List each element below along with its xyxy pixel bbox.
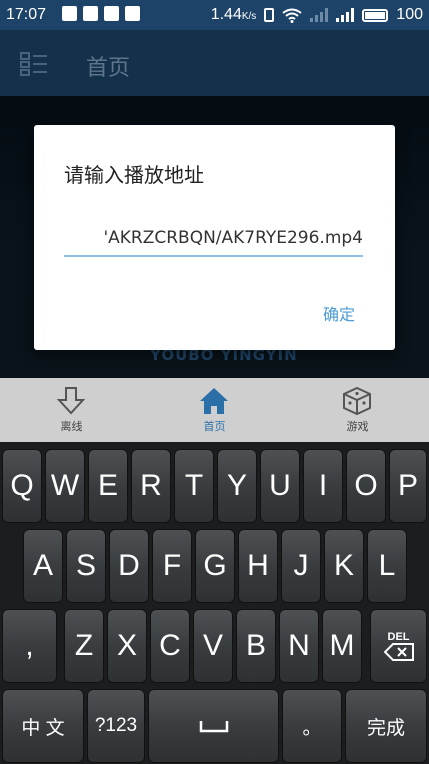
signal-icon-sim1 — [310, 8, 329, 22]
key-a[interactable]: A — [23, 529, 63, 603]
nav-item-offline[interactable]: 离线 — [0, 378, 143, 442]
period-key[interactable]: 。 — [282, 689, 342, 763]
key-e[interactable]: E — [88, 449, 128, 523]
space-bar-icon — [199, 721, 228, 733]
done-key[interactable]: 完成 — [345, 689, 427, 763]
status-bar: 17:07 1.44K/s 100 — [0, 0, 429, 30]
status-time: 17:07 — [6, 6, 47, 23]
image-notification-icon — [83, 6, 98, 21]
key-c[interactable]: C — [150, 609, 190, 683]
symbols-key[interactable]: ?123 — [87, 689, 145, 763]
soft-keyboard: Q W E R T Y U I O P A S D F G H J K L , … — [0, 442, 429, 764]
key-t[interactable]: T — [174, 449, 214, 523]
key-i[interactable]: I — [303, 449, 343, 523]
key-j[interactable]: J — [281, 529, 321, 603]
nav-item-home[interactable]: 首页 — [143, 378, 286, 442]
key-u[interactable]: U — [260, 449, 300, 523]
confirm-button[interactable]: 确定 — [323, 301, 355, 325]
dice-icon — [343, 386, 371, 416]
key-k[interactable]: K — [324, 529, 364, 603]
key-h[interactable]: H — [238, 529, 278, 603]
delete-key-label: DEL — [387, 631, 410, 643]
home-icon — [200, 388, 228, 414]
network-speed: 1.44K/s — [210, 6, 257, 23]
nav-label-games: 游戏 — [346, 420, 369, 433]
battery-level: 100 — [396, 6, 423, 23]
key-l[interactable]: L — [367, 529, 407, 603]
key-z[interactable]: Z — [64, 609, 104, 683]
wifi-icon — [282, 8, 302, 23]
space-key[interactable] — [148, 689, 279, 763]
signal-icon-sim2 — [336, 8, 355, 22]
language-switch-key[interactable]: 中 文 — [2, 689, 84, 763]
key-f[interactable]: F — [152, 529, 192, 603]
url-input[interactable] — [64, 225, 363, 257]
upload-notification-icon — [104, 6, 119, 21]
key-p[interactable]: P — [389, 449, 427, 523]
key-n[interactable]: N — [279, 609, 319, 683]
key-r[interactable]: R — [131, 449, 171, 523]
key-x[interactable]: X — [107, 609, 147, 683]
key-m[interactable]: M — [322, 609, 362, 683]
key-w[interactable]: W — [45, 449, 85, 523]
url-input-dialog: 请输入播放地址 确定 — [34, 125, 395, 350]
delete-key[interactable]: DEL — [370, 609, 427, 683]
dialog-title: 请输入播放地址 — [64, 163, 204, 187]
key-o[interactable]: O — [346, 449, 386, 523]
key-g[interactable]: G — [195, 529, 235, 603]
key-d[interactable]: D — [109, 529, 149, 603]
battery-icon — [362, 8, 389, 22]
backspace-icon — [383, 643, 414, 661]
vibrate-icon — [264, 8, 275, 22]
nav-label-home: 首页 — [203, 420, 226, 433]
status-right: 1.44K/s 100 — [211, 6, 423, 24]
key-s[interactable]: S — [66, 529, 106, 603]
nav-item-games[interactable]: 游戏 — [286, 378, 429, 442]
play-notification-icon — [62, 6, 77, 21]
nav-label-offline: 离线 — [60, 420, 83, 433]
notification-icons — [62, 6, 140, 21]
key-v[interactable]: V — [193, 609, 233, 683]
bottom-nav: 离线 首页 游戏 — [0, 378, 429, 442]
key-y[interactable]: Y — [217, 449, 257, 523]
app-notification-icon — [125, 6, 140, 21]
key-b[interactable]: B — [236, 609, 276, 683]
key-comma[interactable]: , — [2, 609, 57, 683]
key-q[interactable]: Q — [2, 449, 42, 523]
download-arrow-icon — [56, 387, 86, 415]
